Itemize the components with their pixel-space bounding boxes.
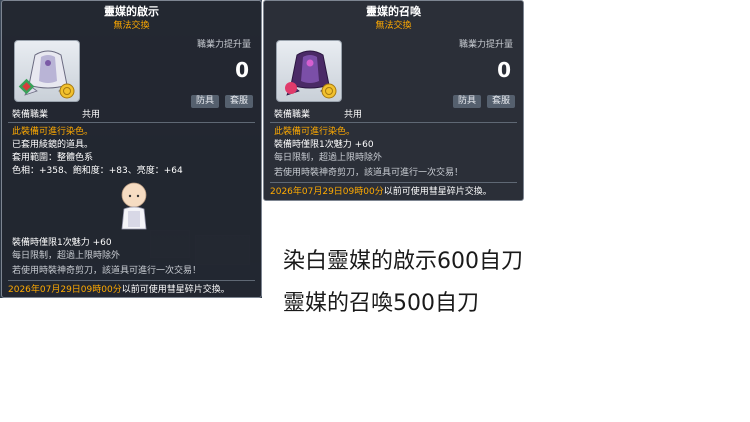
white-robe-item-icon [18, 50, 75, 99]
job-label: 裝備職業 [12, 110, 49, 120]
charm-bonus: 裝備時僅限1次魅力 +60 [12, 238, 112, 248]
category-tag-outfit: 套服 [224, 95, 253, 108]
item-icon-frame [14, 40, 80, 102]
item-title: 靈媒的召喚 [366, 5, 421, 18]
expiry-suffix: 以前可使用彗星碎片交換。 [121, 285, 230, 295]
expiry-line: 2026年07月29日09時00分以前可使用彗星碎片交換。 [8, 284, 230, 296]
dye-notice: 此裝備可進行染色。 [12, 127, 94, 137]
job-label: 裝備職業 [274, 110, 311, 120]
job-value: 共用 [344, 110, 363, 120]
dye-values: 色相：+358、飽和度：+83、亮度：+64 [12, 166, 183, 176]
expiry-date: 2026年07月29日09時00分 [8, 285, 122, 295]
item-title: 靈媒的啟示 [104, 5, 159, 18]
daily-limit: 每日限制，超過上限時除外 [274, 153, 383, 163]
charm-bonus: 裝備時僅限1次魅力 +60 [274, 140, 374, 150]
character-avatar-icon [121, 182, 147, 230]
price-note-1: 染白靈媒的啟示600自刀 [283, 249, 523, 274]
expiry-date: 2026年07月29日09時00分 [270, 187, 384, 197]
expiry-line: 2026年07月29日09時00分以前可使用彗星碎片交換。 [270, 186, 492, 198]
divider [270, 182, 517, 183]
job-power-value: 0 [235, 58, 249, 82]
price-note-2: 靈媒的召喚500自刀 [283, 291, 479, 316]
job-power-value: 0 [497, 58, 511, 82]
dye-range: 套用範圍：整體色系 [12, 153, 94, 163]
scissors-notice: 若使用時裝神奇剪刀，該道具可進行一次交易！ [274, 168, 464, 178]
item-tooltip-left: 靈媒的啟示 無法交換 職業力提升量 0 防具 套服 裝備職業 共用 此裝備可進行… [1, 0, 262, 298]
item-tooltip-right: 靈媒的召喚 無法交換 職業力提升量 0 防具 套服 裝備職業 共用 此裝備可進行… [263, 0, 524, 201]
job-value: 共用 [82, 110, 101, 120]
job-power-label: 職業力提升量 [196, 40, 251, 50]
daily-limit: 每日限制，超過上限時除外 [12, 251, 121, 261]
divider [8, 280, 255, 281]
item-icon-frame [276, 40, 342, 102]
purple-robe-item-icon [285, 50, 337, 99]
job-power-label: 職業力提升量 [458, 40, 513, 50]
trade-status: 無法交換 [113, 21, 150, 31]
category-tag-outfit: 套服 [486, 95, 515, 108]
category-tag-armor: 防具 [452, 95, 481, 108]
dye-applied: 已套用綾鏡的道具。 [12, 140, 94, 150]
divider [270, 122, 517, 123]
category-tag-armor: 防具 [190, 95, 219, 108]
dye-notice: 此裝備可進行染色。 [274, 127, 356, 137]
expiry-suffix: 以前可使用彗星碎片交換。 [383, 187, 492, 197]
scissors-notice: 若使用時裝神奇剪刀，該道具可進行一次交易！ [12, 266, 202, 276]
trade-status: 無法交換 [375, 21, 412, 31]
divider [8, 122, 255, 123]
